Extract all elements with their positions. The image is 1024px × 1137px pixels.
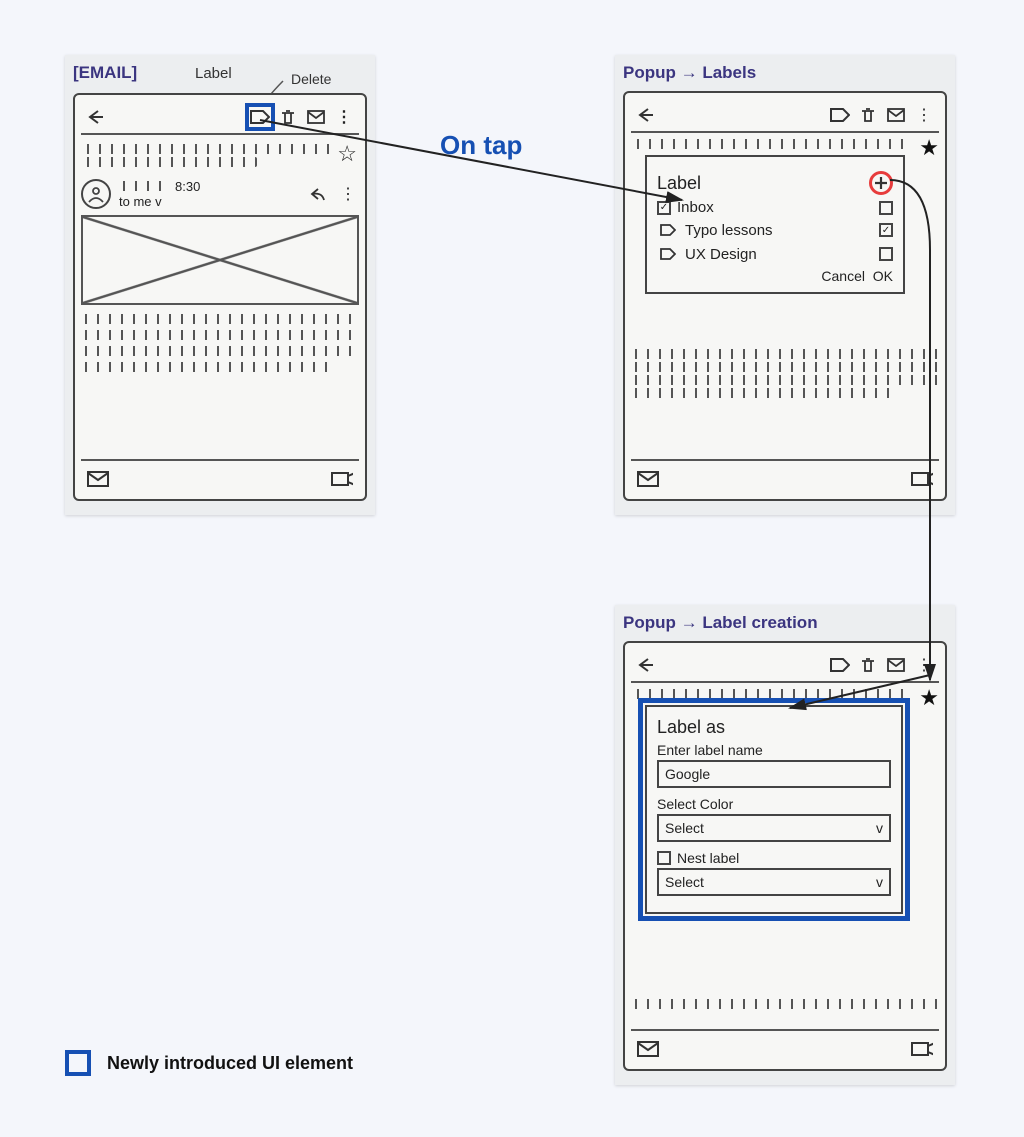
chevron-down-icon: v — [876, 820, 883, 836]
select-color-label: Select Color — [657, 796, 891, 812]
label-icon — [657, 220, 679, 240]
chevron-down-icon: v — [876, 874, 883, 890]
add-label-icon[interactable] — [869, 171, 893, 195]
nest-checkbox[interactable] — [657, 851, 671, 865]
delete-icon[interactable] — [277, 107, 299, 127]
label-callout: Label — [195, 65, 232, 82]
bg-line — [631, 349, 939, 359]
compose-icon[interactable] — [87, 469, 109, 489]
delete-icon[interactable] — [857, 655, 879, 675]
color-select[interactable]: Select v — [657, 814, 891, 842]
label-icon — [657, 244, 679, 264]
bg-line — [631, 362, 939, 372]
context-label-popup-creation: Popup → Label creation — [623, 613, 947, 633]
labels-popup: Label ✓ Inbox — [645, 155, 905, 294]
label-icon[interactable] — [829, 105, 851, 125]
bg-line — [633, 139, 905, 149]
label-creation-popup: Label as Enter label name Google Select … — [645, 705, 903, 914]
phone-frame-1: ⋮ ☆ 8:30 to me v — [73, 93, 367, 501]
email-sketch: [EMAIL] Label Delete Menu ⋮ — [65, 55, 375, 515]
sender-name — [119, 181, 169, 191]
legend-text: Newly introduced UI element — [107, 1053, 353, 1074]
nest-select[interactable]: Select v — [657, 868, 891, 896]
label-option-typolessons[interactable]: Typo lessons ✓ — [657, 220, 893, 240]
star-icon[interactable]: ★ — [919, 685, 939, 711]
compose-icon[interactable] — [637, 1039, 659, 1059]
nest-label-row[interactable]: Nest label — [657, 850, 891, 866]
bottom-bar-3 — [631, 1029, 939, 1063]
bg-line — [633, 689, 905, 699]
back-icon[interactable] — [635, 105, 657, 125]
bg-line — [631, 388, 893, 398]
popup-title: Label — [657, 173, 701, 194]
toolbar-2: ⋮ — [631, 99, 939, 133]
body-line — [81, 314, 359, 324]
phone-frame-2: ⋮ ★ Label ✓ Inbox — [623, 91, 947, 501]
popup-actions: Cancel OK — [657, 268, 893, 284]
legend: Newly introduced UI element — [65, 1050, 353, 1076]
toolbar-1: ⋮ — [81, 101, 359, 135]
subject-line — [83, 157, 257, 167]
menu-icon[interactable]: ⋮ — [913, 655, 935, 675]
back-icon[interactable] — [635, 655, 657, 675]
ok-button[interactable]: OK — [873, 268, 893, 284]
label-option-inbox[interactable]: ✓ Inbox — [657, 199, 893, 216]
popup-title: Label as — [657, 717, 891, 738]
body-line — [81, 346, 359, 356]
back-icon[interactable] — [85, 107, 107, 127]
delete-icon[interactable] — [857, 105, 879, 125]
image-placeholder — [81, 215, 359, 305]
star-icon[interactable]: ★ — [919, 135, 939, 161]
menu-icon[interactable]: ⋮ — [913, 105, 935, 125]
delete-callout: Delete — [291, 71, 331, 87]
subject-line — [83, 144, 331, 154]
mail-icon[interactable] — [885, 105, 907, 125]
video-icon[interactable] — [911, 1039, 933, 1059]
body-line — [81, 362, 331, 372]
bottom-bar-1 — [81, 459, 359, 493]
label-icon[interactable] — [249, 107, 271, 127]
bg-line — [631, 999, 939, 1009]
label-option-uxdesign[interactable]: UX Design — [657, 244, 893, 264]
label-icon[interactable] — [829, 655, 851, 675]
labels-popup-sketch: Popup → Labels ⋮ ★ — [615, 55, 955, 515]
phone-frame-3: ⋮ ★ Label as Enter label name Google Sel… — [623, 641, 947, 1071]
email-time: 8:30 — [175, 179, 200, 194]
cancel-button[interactable]: Cancel — [821, 268, 865, 284]
avatar-icon[interactable] — [81, 179, 111, 209]
bg-line — [631, 375, 939, 385]
label-creation-sketch: Popup → Label creation ⋮ ★ Lab — [615, 605, 955, 1085]
bottom-bar-2 — [631, 459, 939, 493]
recipient-line[interactable]: to me v — [119, 194, 299, 209]
reply-icon[interactable] — [307, 184, 329, 204]
video-icon[interactable] — [911, 469, 933, 489]
legend-swatch — [65, 1050, 91, 1076]
context-label-popup-labels: Popup → Labels — [623, 63, 947, 83]
menu-icon[interactable]: ⋮ — [333, 107, 355, 127]
star-icon[interactable]: ☆ — [337, 141, 357, 170]
mail-icon[interactable] — [305, 107, 327, 127]
toolbar-3: ⋮ — [631, 649, 939, 683]
label-name-input[interactable]: Google — [657, 760, 891, 788]
on-tap-annotation: On tap — [440, 130, 522, 161]
enter-label-name-label: Enter label name — [657, 742, 891, 758]
body-line — [81, 330, 359, 340]
mail-icon[interactable] — [885, 655, 907, 675]
video-icon[interactable] — [331, 469, 353, 489]
more-icon[interactable]: ⋮ — [337, 184, 359, 204]
compose-icon[interactable] — [637, 469, 659, 489]
